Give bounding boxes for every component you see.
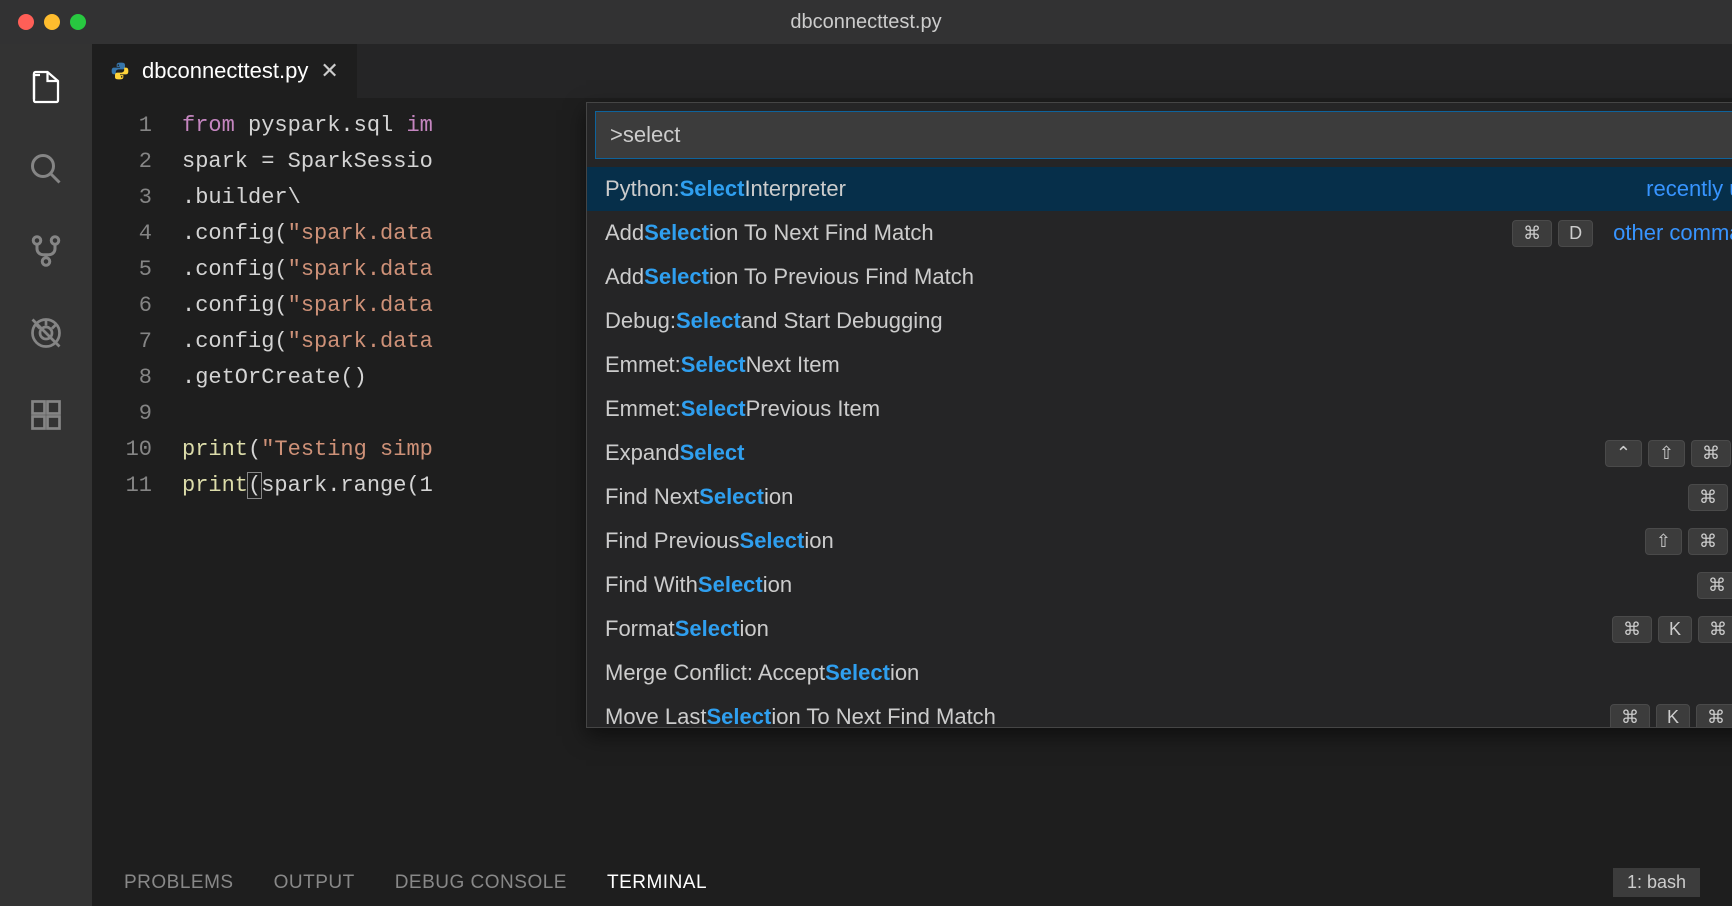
close-window-button[interactable]: [18, 14, 34, 30]
keybinding: ⌘E: [1697, 572, 1732, 599]
palette-item[interactable]: Find With Selection ⌘E: [587, 563, 1732, 607]
line-number: 11: [92, 468, 152, 504]
palette-item-label: Expand Select: [605, 440, 744, 466]
line-number: 2: [92, 144, 152, 180]
line-number: 4: [92, 216, 152, 252]
editor-tab[interactable]: dbconnecttest.py ✕: [92, 44, 357, 98]
keybinding: ⌃⇧⌘→: [1605, 440, 1732, 467]
debug-icon[interactable]: [25, 312, 67, 354]
palette-item[interactable]: Add Selection To Next Find Match ⌘D other …: [587, 211, 1732, 255]
window-controls: [18, 14, 86, 30]
palette-item-label: Python: Select Interpreter: [605, 176, 846, 202]
palette-item[interactable]: Merge Conflict: Accept Selection: [587, 651, 1732, 695]
command-palette-input[interactable]: [595, 111, 1732, 159]
palette-item[interactable]: Emmet: Select Next Item: [587, 343, 1732, 387]
palette-item[interactable]: Format Selection ⌘K⌘F: [587, 607, 1732, 651]
command-palette: Python: Select Interpreter recently used A…: [586, 102, 1732, 728]
palette-item-label: Debug: Select and Start Debugging: [605, 308, 943, 334]
palette-item[interactable]: Find Previous Selection ⇧⌘F3: [587, 519, 1732, 563]
keybinding: ⌘K⌘F: [1612, 616, 1732, 643]
maximize-window-button[interactable]: [70, 14, 86, 30]
keybinding: ⇧⌘F3: [1645, 528, 1732, 555]
panel-tab-terminal[interactable]: TERMINAL: [607, 872, 707, 894]
extensions-icon[interactable]: [25, 394, 67, 436]
palette-item[interactable]: Add Selection To Previous Find Match: [587, 255, 1732, 299]
palette-item-label: Add Selection To Next Find Match: [605, 220, 934, 246]
palette-results: Python: Select Interpreter recently used A…: [587, 167, 1732, 727]
line-number: 3: [92, 180, 152, 216]
palette-item-label: Merge Conflict: Accept Selection: [605, 660, 919, 686]
main-layout: dbconnecttest.py ✕ 1234567891011 from py…: [0, 44, 1732, 906]
keybinding: ⌘F3: [1688, 484, 1732, 511]
terminal-selector[interactable]: 1: bash: [1613, 868, 1700, 897]
gutter: 1234567891011: [92, 108, 182, 858]
palette-item-label: Find Next Selection: [605, 484, 793, 510]
window-title: dbconnecttest.py: [790, 11, 941, 34]
line-number: 10: [92, 432, 152, 468]
line-number: 8: [92, 360, 152, 396]
panel-tabs: PROBLEMS OUTPUT DEBUG CONSOLE TERMINAL 1…: [92, 858, 1732, 906]
line-number: 7: [92, 324, 152, 360]
line-number: 1: [92, 108, 152, 144]
titlebar: dbconnecttest.py: [0, 0, 1732, 44]
line-number: 5: [92, 252, 152, 288]
panel-tab-output[interactable]: OUTPUT: [274, 872, 355, 894]
palette-item[interactable]: Emmet: Select Previous Item: [587, 387, 1732, 431]
minimize-window-button[interactable]: [44, 14, 60, 30]
keybinding: ⌘K⌘D: [1610, 704, 1732, 728]
search-icon[interactable]: [25, 148, 67, 190]
palette-group-label: other commands: [1613, 220, 1732, 246]
palette-group-label: recently used: [1646, 176, 1732, 202]
palette-item[interactable]: Python: Select Interpreter recently used: [587, 167, 1732, 211]
palette-item-label: Emmet: Select Next Item: [605, 352, 840, 378]
palette-item-label: Emmet: Select Previous Item: [605, 396, 880, 422]
editor-area: dbconnecttest.py ✕ 1234567891011 from py…: [92, 44, 1732, 906]
palette-item-label: Find With Selection: [605, 572, 792, 598]
palette-item-label: Find Previous Selection: [605, 528, 834, 554]
palette-item[interactable]: Move Last Selection To Next Find Match ⌘K…: [587, 695, 1732, 727]
palette-input-wrap: [587, 103, 1732, 167]
palette-item[interactable]: Debug: Select and Start Debugging: [587, 299, 1732, 343]
palette-item-label: Format Selection: [605, 616, 769, 642]
keybinding: ⌘D: [1512, 220, 1593, 247]
panel-tab-debug-console[interactable]: DEBUG CONSOLE: [395, 872, 567, 894]
tab-filename: dbconnecttest.py: [142, 58, 308, 84]
line-number: 6: [92, 288, 152, 324]
activity-bar: [0, 44, 92, 906]
close-tab-icon[interactable]: ✕: [320, 58, 338, 84]
explorer-icon[interactable]: [25, 66, 67, 108]
palette-item-label: Move Last Selection To Next Find Match: [605, 704, 996, 727]
palette-item[interactable]: Expand Select ⌃⇧⌘→: [587, 431, 1732, 475]
line-number: 9: [92, 396, 152, 432]
palette-item-label: Add Selection To Previous Find Match: [605, 264, 974, 290]
tab-bar: dbconnecttest.py ✕: [92, 44, 1732, 98]
source-control-icon[interactable]: [25, 230, 67, 272]
palette-item[interactable]: Find Next Selection ⌘F3: [587, 475, 1732, 519]
python-file-icon: [110, 61, 130, 81]
panel-tab-problems[interactable]: PROBLEMS: [124, 872, 234, 894]
